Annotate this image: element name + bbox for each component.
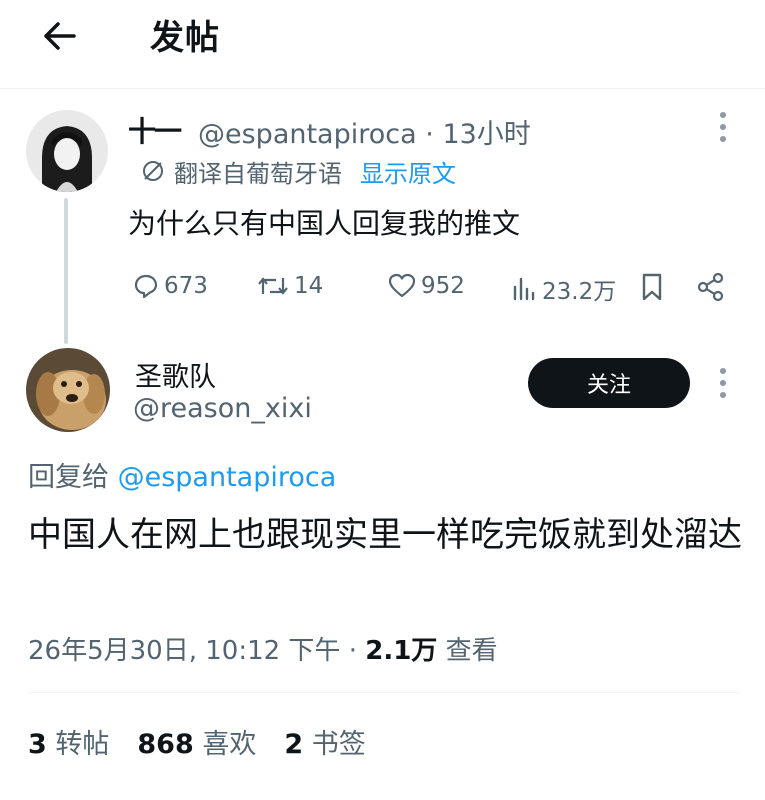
replying-to-mention[interactable]: @espantapiroca — [118, 462, 337, 493]
likes-stat-label: 喜欢 — [202, 729, 257, 760]
reply-count: 673 — [164, 273, 208, 299]
post-datetime[interactable]: 26年5月30日, 10:12 下午 — [28, 636, 340, 666]
user-handle[interactable]: @espantapiroca — [198, 119, 417, 150]
handle-and-time: @espantapiroca · 13小时 — [198, 112, 531, 151]
meta-separator: · — [348, 636, 357, 666]
reply-tweet-text: 中国人在网上也跟现实里一样吃完饭就到处溜达 — [28, 515, 742, 555]
reply-more-options-button[interactable] — [718, 366, 728, 400]
replying-to-label: 回复给 — [28, 462, 109, 493]
tweet-meta: 26年5月30日, 10:12 下午 · 2.1万 查看 — [28, 630, 498, 667]
retweet-count: 14 — [294, 273, 324, 299]
retweets-stat-label: 转帖 — [55, 729, 110, 760]
reply-user-handle[interactable]: @reason_xixi — [133, 393, 312, 424]
display-name[interactable]: 十一 — [128, 110, 182, 150]
meta-views-count: 2.1万 — [365, 636, 438, 666]
meta-views-label: 查看 — [445, 636, 498, 666]
more-vertical-icon — [720, 368, 726, 398]
speech-bubble-icon — [134, 274, 158, 299]
share-button[interactable] — [696, 272, 730, 302]
reply-display-name[interactable]: 圣歌队 — [135, 355, 216, 394]
more-options-button[interactable] — [718, 110, 728, 144]
retweets-stat-count: 3 — [28, 729, 47, 760]
views-count: 23.2万 — [542, 279, 617, 305]
back-button[interactable] — [38, 14, 82, 58]
translation-row: 翻译自葡萄牙语 显示原文 — [140, 154, 456, 188]
bookmark-button[interactable] — [640, 272, 668, 302]
bookmarks-stat[interactable]: 2 书签 — [284, 722, 365, 761]
more-vertical-icon — [720, 112, 726, 142]
avatar-reason-xixi[interactable] — [26, 348, 110, 432]
share-icon — [697, 272, 724, 302]
avatar-espantapiroca[interactable] — [26, 110, 108, 192]
bookmarks-stat-count: 2 — [284, 729, 304, 760]
replying-to: 回复给 @espantapiroca — [28, 455, 336, 494]
bookmark-icon — [642, 273, 662, 301]
engagement-stats: 3 转帖 868 喜欢 2 书签 — [28, 722, 394, 761]
thread-connector-line — [64, 198, 68, 344]
retweets-stat[interactable]: 3 转帖 — [28, 722, 109, 761]
bar-chart-icon — [513, 277, 535, 301]
views-button[interactable]: 23.2万 — [512, 272, 616, 306]
follow-button[interactable]: 关注 — [528, 358, 690, 408]
likes-stat[interactable]: 868 喜欢 — [137, 722, 256, 761]
reply-button[interactable]: 673 — [132, 272, 208, 300]
stats-divider — [28, 692, 740, 693]
translation-note: 翻译自葡萄牙语 — [174, 159, 342, 188]
post-time[interactable]: 13小时 — [442, 119, 530, 150]
like-button[interactable]: 952 — [387, 272, 465, 300]
retweet-button[interactable]: 14 — [256, 272, 323, 300]
globe-slash-icon — [143, 161, 163, 181]
page-title: 发帖 — [150, 18, 220, 58]
tweet-text: 为什么只有中国人回复我的推文 — [128, 207, 521, 240]
header-divider — [0, 88, 765, 89]
likes-stat-count: 868 — [137, 729, 194, 760]
separator-dot: · — [425, 119, 434, 150]
bookmarks-stat-label: 书签 — [311, 729, 366, 760]
heart-icon — [388, 273, 416, 298]
arrow-left-icon — [44, 22, 76, 50]
retweet-icon — [258, 277, 288, 295]
show-original-link[interactable]: 显示原文 — [360, 154, 456, 189]
like-count: 952 — [421, 273, 465, 299]
top-bar: 发帖 — [0, 0, 765, 88]
